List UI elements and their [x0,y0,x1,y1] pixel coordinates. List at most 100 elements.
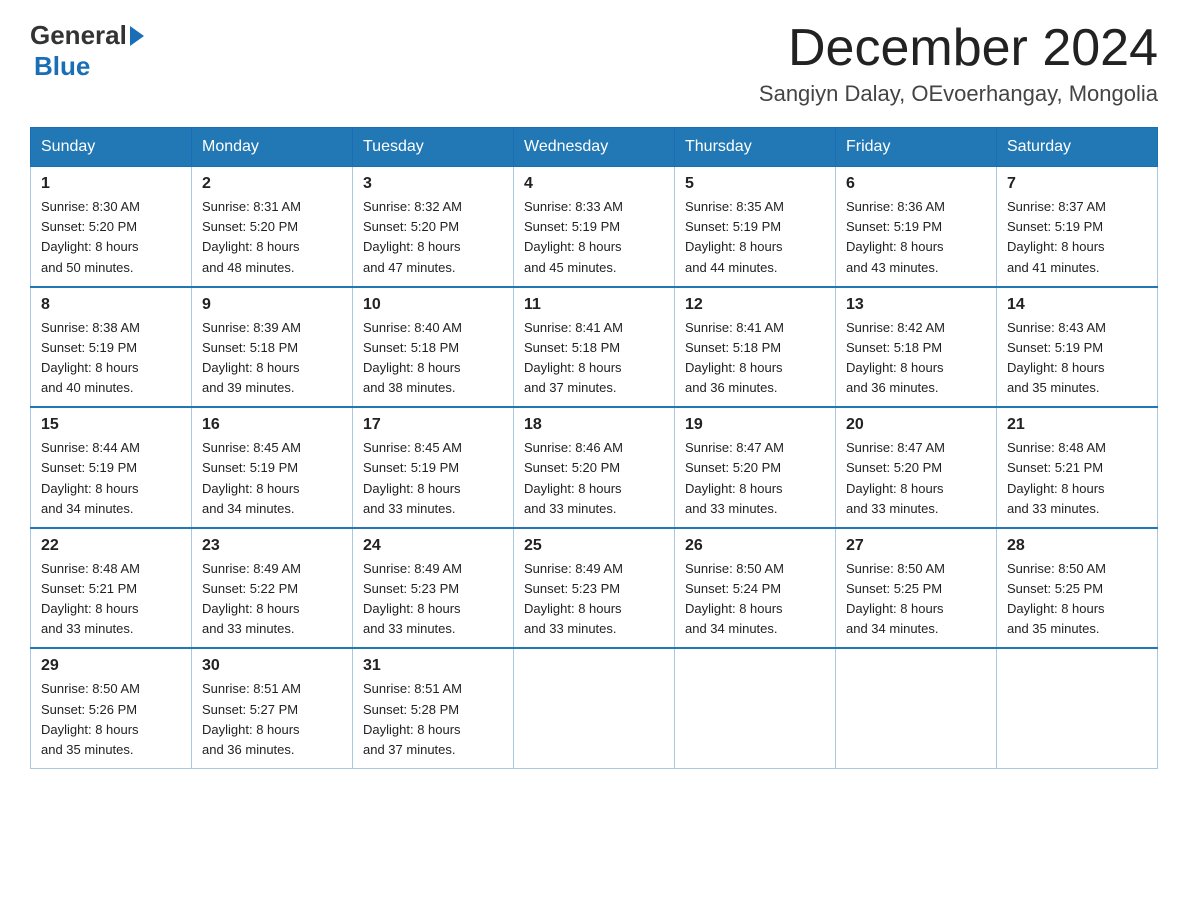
table-row: 2 Sunrise: 8:31 AM Sunset: 5:20 PM Daylig… [192,167,353,287]
day-info: Sunrise: 8:44 AM Sunset: 5:19 PM Dayligh… [41,438,181,519]
table-row: 22 Sunrise: 8:48 AM Sunset: 5:21 PM Dayli… [31,528,192,649]
table-row: 12 Sunrise: 8:41 AM Sunset: 5:18 PM Dayli… [675,287,836,408]
table-row: 7Sunrise: 8:37 AM Sunset: 5:19 PM Daylig… [997,167,1158,287]
day-number: 12 [685,296,825,314]
location-subtitle: Sangiyn Dalay, OEvoerhangay, Mongolia [759,81,1158,107]
header-monday: Monday [192,128,353,167]
day-info: Sunrise: 8:45 AM Sunset: 5:19 PM Dayligh… [202,438,342,519]
day-info: Sunrise: 8:48 AM Sunset: 5:21 PM Dayligh… [1007,438,1147,519]
day-info: Sunrise: 8:51 AM Sunset: 5:27 PM Dayligh… [202,679,342,760]
table-row: 20 Sunrise: 8:47 AM Sunset: 5:20 PM Dayli… [836,407,997,528]
day-info: Sunrise: 8:41 AM Sunset: 5:18 PM Dayligh… [524,318,664,399]
day-number: 26 [685,537,825,555]
table-row: 29 Sunrise: 8:50 AM Sunset: 5:26 PM Dayli… [31,648,192,768]
header-sunday: Sunday [31,128,192,167]
table-row: 25Sunrise: 8:49 AM Sunset: 5:23 PM Dayli… [514,528,675,649]
day-number: 31 [363,657,503,675]
table-row: 8Sunrise: 8:38 AM Sunset: 5:19 PM Daylig… [31,287,192,408]
table-row: 5 Sunrise: 8:35 AM Sunset: 5:19 PM Daylig… [675,167,836,287]
table-row [836,648,997,768]
table-row [514,648,675,768]
header-thursday: Thursday [675,128,836,167]
table-row [997,648,1158,768]
table-row: 14 Sunrise: 8:43 AM Sunset: 5:19 PM Dayli… [997,287,1158,408]
calendar-week-row: 15 Sunrise: 8:44 AM Sunset: 5:19 PM Dayli… [31,407,1158,528]
table-row: 3Sunrise: 8:32 AM Sunset: 5:20 PM Daylig… [353,167,514,287]
day-number: 30 [202,657,342,675]
day-number: 20 [846,416,986,434]
day-number: 2 [202,175,342,193]
calendar-week-row: 29 Sunrise: 8:50 AM Sunset: 5:26 PM Dayli… [31,648,1158,768]
table-row: 10 Sunrise: 8:40 AM Sunset: 5:18 PM Dayli… [353,287,514,408]
table-row: 6Sunrise: 8:36 AM Sunset: 5:19 PM Daylig… [836,167,997,287]
day-info: Sunrise: 8:33 AM Sunset: 5:19 PM Dayligh… [524,197,664,278]
table-row: 15 Sunrise: 8:44 AM Sunset: 5:19 PM Dayli… [31,407,192,528]
day-info: Sunrise: 8:51 AM Sunset: 5:28 PM Dayligh… [363,679,503,760]
day-number: 27 [846,537,986,555]
table-row [675,648,836,768]
title-area: December 2024 Sangiyn Dalay, OEvoerhanga… [759,20,1158,107]
day-info: Sunrise: 8:46 AM Sunset: 5:20 PM Dayligh… [524,438,664,519]
day-number: 4 [524,175,664,193]
day-number: 13 [846,296,986,314]
day-number: 5 [685,175,825,193]
day-info: Sunrise: 8:40 AM Sunset: 5:18 PM Dayligh… [363,318,503,399]
day-number: 28 [1007,537,1147,555]
table-row: 9Sunrise: 8:39 AM Sunset: 5:18 PM Daylig… [192,287,353,408]
header-friday: Friday [836,128,997,167]
day-number: 8 [41,296,181,314]
day-info: Sunrise: 8:49 AM Sunset: 5:22 PM Dayligh… [202,559,342,640]
table-row: 11 Sunrise: 8:41 AM Sunset: 5:18 PM Dayli… [514,287,675,408]
day-number: 29 [41,657,181,675]
day-number: 24 [363,537,503,555]
day-number: 15 [41,416,181,434]
day-info: Sunrise: 8:50 AM Sunset: 5:26 PM Dayligh… [41,679,181,760]
table-row: 19Sunrise: 8:47 AM Sunset: 5:20 PM Dayli… [675,407,836,528]
day-info: Sunrise: 8:50 AM Sunset: 5:25 PM Dayligh… [846,559,986,640]
day-info: Sunrise: 8:41 AM Sunset: 5:18 PM Dayligh… [685,318,825,399]
day-info: Sunrise: 8:48 AM Sunset: 5:21 PM Dayligh… [41,559,181,640]
header-wednesday: Wednesday [514,128,675,167]
day-number: 17 [363,416,503,434]
day-number: 14 [1007,296,1147,314]
table-row: 16 Sunrise: 8:45 AM Sunset: 5:19 PM Dayli… [192,407,353,528]
day-info: Sunrise: 8:47 AM Sunset: 5:20 PM Dayligh… [846,438,986,519]
table-row: 31 Sunrise: 8:51 AM Sunset: 5:28 PM Dayli… [353,648,514,768]
table-row: 17 Sunrise: 8:45 AM Sunset: 5:19 PM Dayli… [353,407,514,528]
header-tuesday: Tuesday [353,128,514,167]
day-info: Sunrise: 8:36 AM Sunset: 5:19 PM Dayligh… [846,197,986,278]
table-row: 13 Sunrise: 8:42 AM Sunset: 5:18 PM Dayli… [836,287,997,408]
day-info: Sunrise: 8:35 AM Sunset: 5:19 PM Dayligh… [685,197,825,278]
day-number: 25 [524,537,664,555]
table-row: 26 Sunrise: 8:50 AM Sunset: 5:24 PM Dayli… [675,528,836,649]
header-saturday: Saturday [997,128,1158,167]
logo-flag-icon [130,26,144,46]
table-row: 1Sunrise: 8:30 AM Sunset: 5:20 PM Daylig… [31,167,192,287]
day-info: Sunrise: 8:45 AM Sunset: 5:19 PM Dayligh… [363,438,503,519]
day-info: Sunrise: 8:32 AM Sunset: 5:20 PM Dayligh… [363,197,503,278]
day-info: Sunrise: 8:42 AM Sunset: 5:18 PM Dayligh… [846,318,986,399]
day-number: 16 [202,416,342,434]
day-number: 21 [1007,416,1147,434]
day-number: 10 [363,296,503,314]
table-row: 23 Sunrise: 8:49 AM Sunset: 5:22 PM Dayli… [192,528,353,649]
day-number: 18 [524,416,664,434]
logo-general-text: General [30,20,127,51]
calendar-week-row: 8Sunrise: 8:38 AM Sunset: 5:19 PM Daylig… [31,287,1158,408]
table-row: 27 Sunrise: 8:50 AM Sunset: 5:25 PM Dayli… [836,528,997,649]
day-info: Sunrise: 8:37 AM Sunset: 5:19 PM Dayligh… [1007,197,1147,278]
day-number: 22 [41,537,181,555]
day-number: 23 [202,537,342,555]
logo: General Blue [30,20,147,82]
day-info: Sunrise: 8:43 AM Sunset: 5:19 PM Dayligh… [1007,318,1147,399]
day-number: 11 [524,296,664,314]
day-info: Sunrise: 8:31 AM Sunset: 5:20 PM Dayligh… [202,197,342,278]
day-info: Sunrise: 8:39 AM Sunset: 5:18 PM Dayligh… [202,318,342,399]
table-row: 4 Sunrise: 8:33 AM Sunset: 5:19 PM Daylig… [514,167,675,287]
day-info: Sunrise: 8:50 AM Sunset: 5:24 PM Dayligh… [685,559,825,640]
table-row: 28Sunrise: 8:50 AM Sunset: 5:25 PM Dayli… [997,528,1158,649]
day-info: Sunrise: 8:49 AM Sunset: 5:23 PM Dayligh… [363,559,503,640]
page-header: General Blue December 2024 Sangiyn Dalay… [30,20,1158,107]
day-number: 1 [41,175,181,193]
day-number: 19 [685,416,825,434]
